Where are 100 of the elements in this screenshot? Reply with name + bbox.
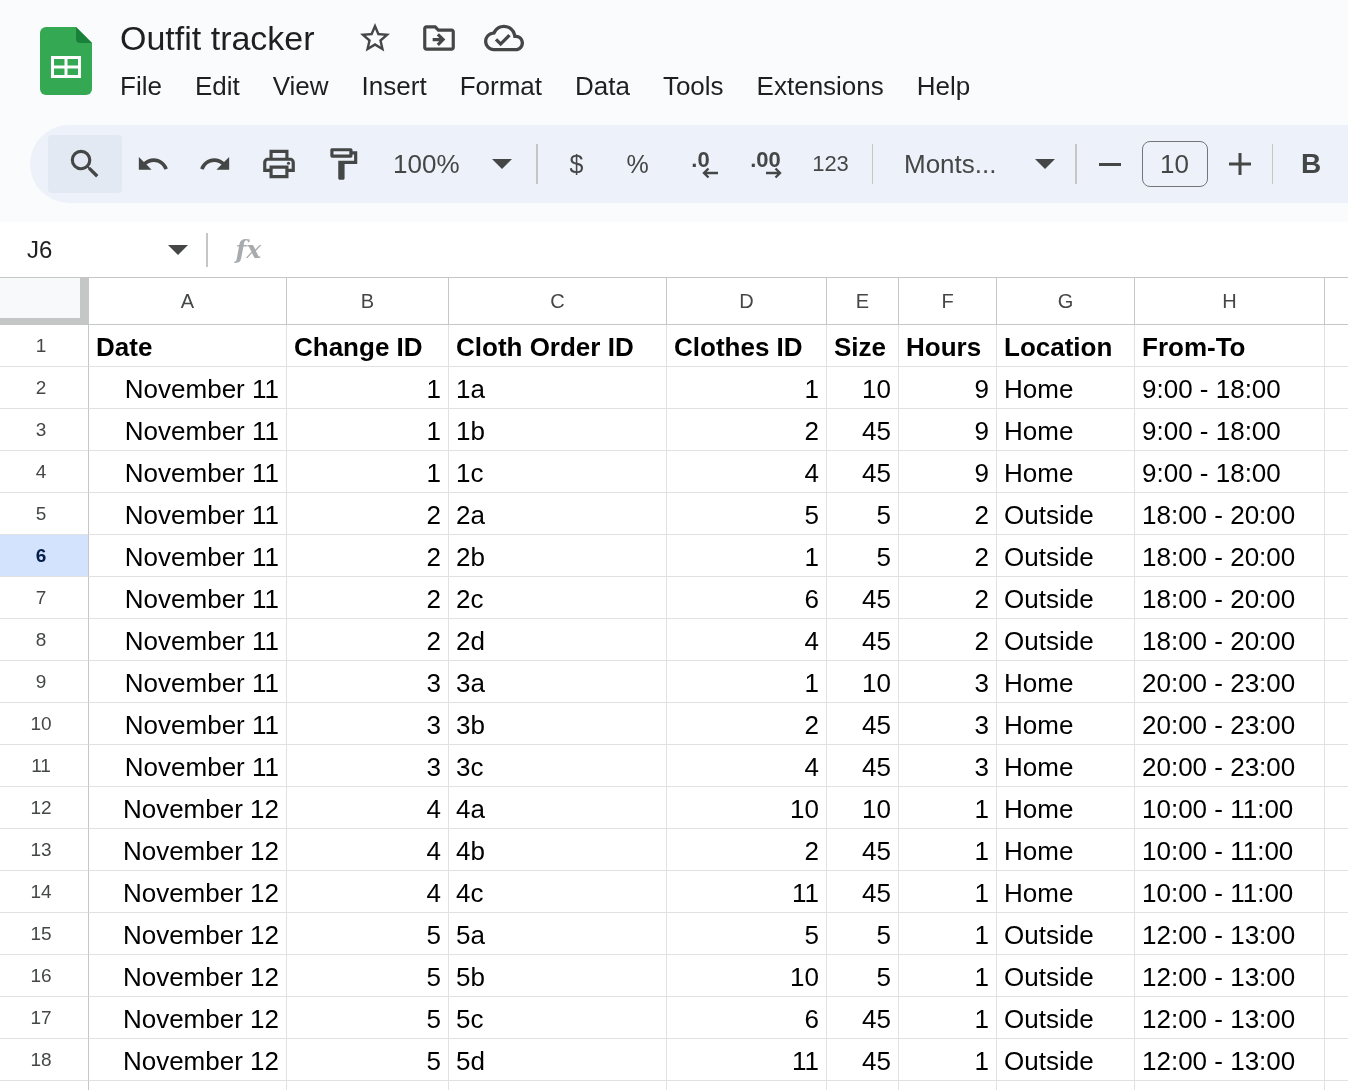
row-header[interactable]: 11 xyxy=(0,745,89,787)
column-header[interactable]: F xyxy=(899,278,997,325)
table-cell: 45 xyxy=(827,703,899,745)
table-cell: 1 xyxy=(287,451,449,493)
table-cell: 2 xyxy=(899,493,997,535)
row-header[interactable]: 13 xyxy=(0,829,89,871)
header-cell: Hours xyxy=(899,325,997,367)
table-cell: 4a xyxy=(449,787,667,829)
font-size-field[interactable]: 10 xyxy=(1141,141,1208,187)
column-header[interactable]: C xyxy=(449,278,667,325)
table-cell: November 11 xyxy=(89,367,287,409)
table-cell: 1a xyxy=(449,367,667,409)
table-cell: 10 xyxy=(827,367,899,409)
menu-item[interactable]: View xyxy=(272,70,329,102)
table-cell: 10:00 - 11:00 xyxy=(1135,829,1325,871)
caret-icon xyxy=(168,244,188,255)
table-cell: November 12 xyxy=(89,871,287,913)
table-cell: November 12 xyxy=(89,787,287,829)
row-header[interactable]: 6 xyxy=(0,535,89,577)
column-header[interactable]: B xyxy=(287,278,449,325)
row-header[interactable]: 15 xyxy=(0,913,89,955)
table-cell: 45 xyxy=(827,409,899,451)
row-header[interactable]: 2 xyxy=(0,367,89,409)
number-format-button[interactable]: 123 xyxy=(799,140,862,188)
row-header[interactable]: 3 xyxy=(0,409,89,451)
table-cell: 4b xyxy=(449,829,667,871)
row-header[interactable]: 18 xyxy=(0,1039,89,1081)
decimal-label: .00 xyxy=(750,149,781,171)
caret-icon xyxy=(1035,159,1055,169)
table-cell: 2a xyxy=(449,493,667,535)
name-box[interactable]: J6 xyxy=(0,226,200,273)
row-header[interactable]: 1 xyxy=(0,325,89,367)
font-dropdown[interactable]: Monts... xyxy=(883,140,1065,188)
decrease-decimal-button[interactable]: .0 xyxy=(669,140,732,188)
table-cell: 3 xyxy=(287,745,449,787)
table-cell: 4 xyxy=(667,619,827,661)
table-cell: 10 xyxy=(827,661,899,703)
header-cell: From-To xyxy=(1135,325,1325,367)
menu-item[interactable]: Help xyxy=(916,70,971,102)
table-cell: 2 xyxy=(899,577,997,619)
zoom-dropdown[interactable]: 100% xyxy=(374,140,526,188)
spreadsheet-logo-icon[interactable] xyxy=(40,27,92,95)
table-cell: 10 xyxy=(827,787,899,829)
table-cell: Outside xyxy=(997,493,1135,535)
header-cell: Cloth Order ID xyxy=(449,325,667,367)
increase-decimal-button[interactable]: .00 xyxy=(731,140,800,188)
bold-button[interactable]: B xyxy=(1282,140,1340,188)
column-header[interactable]: H xyxy=(1135,278,1325,325)
row-header[interactable]: 5 xyxy=(0,493,89,535)
menu-item[interactable]: Edit xyxy=(194,70,240,102)
menu-item[interactable]: File xyxy=(120,70,162,102)
row-header[interactable]: 14 xyxy=(0,871,89,913)
table-cell: 10 xyxy=(667,955,827,997)
menu-item[interactable]: Format xyxy=(459,70,542,102)
table-cell: 12:00 - 13:00 xyxy=(1135,955,1325,997)
column-header[interactable]: A xyxy=(89,278,287,325)
header-cell: Location xyxy=(997,325,1135,367)
currency-button[interactable]: $ xyxy=(547,140,606,188)
menu-item[interactable]: Data xyxy=(575,70,630,102)
table-cell: November 12 xyxy=(89,913,287,955)
header-cell: Change ID xyxy=(287,325,449,367)
row-header[interactable]: 10 xyxy=(0,703,89,745)
column-header[interactable]: E xyxy=(827,278,899,325)
table-cell: 12:00 - 13:00 xyxy=(1135,1039,1325,1081)
search-button[interactable] xyxy=(48,135,122,193)
row-header[interactable]: 12 xyxy=(0,787,89,829)
table-cell: Home xyxy=(997,367,1135,409)
header-cell: Date xyxy=(89,325,287,367)
table-cell: 5 xyxy=(667,493,827,535)
column-header[interactable]: G xyxy=(997,278,1135,325)
table-cell: 6 xyxy=(667,997,827,1039)
arrow-left-icon xyxy=(700,167,719,179)
table-cell: 9:00 - 18:00 xyxy=(1135,409,1325,451)
table-cell: 20:00 - 23:00 xyxy=(1135,661,1325,703)
menu-item[interactable]: Tools xyxy=(662,70,724,102)
table-cell: 5a xyxy=(449,913,667,955)
row-header[interactable]: 8 xyxy=(0,619,89,661)
table-cell: 5 xyxy=(827,535,899,577)
table-cell: 2b xyxy=(449,535,667,577)
table-cell: 4c xyxy=(449,871,667,913)
table-cell: 5 xyxy=(287,997,449,1039)
arrow-right-icon xyxy=(764,167,783,179)
row-header[interactable]: 9 xyxy=(0,661,89,703)
row-header[interactable]: 4 xyxy=(0,451,89,493)
caret-icon xyxy=(492,159,512,169)
table-cell: 5 xyxy=(667,913,827,955)
table-cell: 5d xyxy=(449,1039,667,1081)
document-title[interactable]: Outfit tracker xyxy=(120,17,315,59)
table-cell: November 11 xyxy=(89,703,287,745)
column-header[interactable]: D xyxy=(667,278,827,325)
menu-item[interactable]: Insert xyxy=(361,70,427,102)
fx-label: fx xyxy=(235,235,262,264)
table-cell: 1 xyxy=(667,367,827,409)
table-cell: 45 xyxy=(827,577,899,619)
row-header[interactable]: 16 xyxy=(0,955,89,997)
menu-item[interactable]: Extensions xyxy=(756,70,884,102)
row-header[interactable]: 7 xyxy=(0,577,89,619)
percent-button[interactable]: % xyxy=(605,140,670,188)
table-cell: 9 xyxy=(899,451,997,493)
row-header[interactable]: 17 xyxy=(0,997,89,1039)
